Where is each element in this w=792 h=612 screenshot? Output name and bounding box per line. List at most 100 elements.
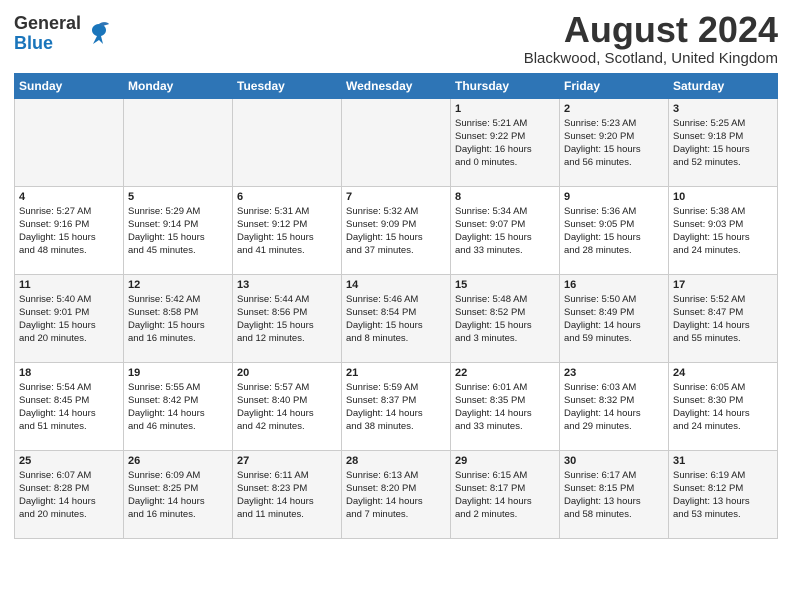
day-info: Sunrise: 5:44 AM Sunset: 8:56 PM Dayligh… [237, 293, 337, 346]
day-info: Sunrise: 5:46 AM Sunset: 8:54 PM Dayligh… [346, 293, 446, 346]
calendar-day-cell [15, 98, 124, 186]
calendar-day-cell: 22Sunrise: 6:01 AM Sunset: 8:35 PM Dayli… [451, 362, 560, 450]
calendar-day-cell: 10 Sunrise: 5:38 AM Sunset: 9:03 PM Dayli… [669, 186, 778, 274]
day-info: Sunrise: 6:07 AM Sunset: 8:28 PM Dayligh… [19, 469, 119, 522]
location: Blackwood, Scotland, United Kingdom [524, 50, 778, 67]
calendar-day-cell: 27 Sunrise: 6:11 AM Sunset: 8:23 PM Dayli… [233, 450, 342, 538]
day-number: 10 [673, 191, 773, 203]
day-number: 6 [237, 191, 337, 203]
day-info: Sunrise: 5:31 AM Sunset: 9:12 PM Dayligh… [237, 205, 337, 258]
day-info: Sunrise: 5:21 AM Sunset: 9:22 PM Dayligh… [455, 117, 555, 170]
calendar-day-cell: 18Sunrise: 5:54 AM Sunset: 8:45 PM Dayli… [15, 362, 124, 450]
day-number: 12 [128, 279, 228, 291]
day-number: 5 [128, 191, 228, 203]
calendar-day-cell: 17Sunrise: 5:52 AM Sunset: 8:47 PM Dayli… [669, 274, 778, 362]
day-number: 22 [455, 367, 555, 379]
calendar-day-cell: 20 Sunrise: 5:57 AM Sunset: 8:40 PM Dayli… [233, 362, 342, 450]
weekday-header-cell: Wednesday [342, 73, 451, 98]
day-number: 8 [455, 191, 555, 203]
weekday-header-cell: Thursday [451, 73, 560, 98]
calendar-day-cell: 9 Sunrise: 5:36 AM Sunset: 9:05 PM Daylig… [560, 186, 669, 274]
day-number: 2 [564, 103, 664, 115]
calendar-day-cell [342, 98, 451, 186]
calendar-day-cell: 28Sunrise: 6:13 AM Sunset: 8:20 PM Dayli… [342, 450, 451, 538]
day-info: Sunrise: 6:03 AM Sunset: 8:32 PM Dayligh… [564, 381, 664, 434]
title-area: August 2024 Blackwood, Scotland, United … [524, 10, 778, 67]
month-title: August 2024 [524, 10, 778, 50]
calendar-day-cell: 16 Sunrise: 5:50 AM Sunset: 8:49 PM Dayli… [560, 274, 669, 362]
calendar-day-cell: 15 Sunrise: 5:48 AM Sunset: 8:52 PM Dayli… [451, 274, 560, 362]
day-info: Sunrise: 6:05 AM Sunset: 8:30 PM Dayligh… [673, 381, 773, 434]
day-number: 28 [346, 455, 446, 467]
day-info: Sunrise: 5:29 AM Sunset: 9:14 PM Dayligh… [128, 205, 228, 258]
calendar-week-row: 11Sunrise: 5:40 AM Sunset: 9:01 PM Dayli… [15, 274, 778, 362]
calendar-day-cell: 13 Sunrise: 5:44 AM Sunset: 8:56 PM Dayli… [233, 274, 342, 362]
day-info: Sunrise: 5:23 AM Sunset: 9:20 PM Dayligh… [564, 117, 664, 170]
calendar-body: 1 Sunrise: 5:21 AM Sunset: 9:22 PM Daylig… [15, 98, 778, 538]
calendar-day-cell: 19 Sunrise: 5:55 AM Sunset: 8:42 PM Dayli… [124, 362, 233, 450]
weekday-header-cell: Saturday [669, 73, 778, 98]
day-info: Sunrise: 5:48 AM Sunset: 8:52 PM Dayligh… [455, 293, 555, 346]
day-info: Sunrise: 5:25 AM Sunset: 9:18 PM Dayligh… [673, 117, 773, 170]
day-info: Sunrise: 6:19 AM Sunset: 8:12 PM Dayligh… [673, 469, 773, 522]
day-number: 7 [346, 191, 446, 203]
day-info: Sunrise: 5:38 AM Sunset: 9:03 PM Dayligh… [673, 205, 773, 258]
day-number: 21 [346, 367, 446, 379]
day-number: 23 [564, 367, 664, 379]
calendar-day-cell: 5 Sunrise: 5:29 AM Sunset: 9:14 PM Daylig… [124, 186, 233, 274]
day-info: Sunrise: 6:17 AM Sunset: 8:15 PM Dayligh… [564, 469, 664, 522]
day-number: 4 [19, 191, 119, 203]
day-info: Sunrise: 5:50 AM Sunset: 8:49 PM Dayligh… [564, 293, 664, 346]
calendar-day-cell: 12 Sunrise: 5:42 AM Sunset: 8:58 PM Dayli… [124, 274, 233, 362]
day-number: 17 [673, 279, 773, 291]
weekday-header-cell: Friday [560, 73, 669, 98]
calendar-day-cell: 30 Sunrise: 6:17 AM Sunset: 8:15 PM Dayli… [560, 450, 669, 538]
logo-text: General Blue [14, 14, 81, 54]
calendar-week-row: 18Sunrise: 5:54 AM Sunset: 8:45 PM Dayli… [15, 362, 778, 450]
day-number: 1 [455, 103, 555, 115]
day-number: 16 [564, 279, 664, 291]
calendar-day-cell [124, 98, 233, 186]
calendar-day-cell: 3 Sunrise: 5:25 AM Sunset: 9:18 PM Daylig… [669, 98, 778, 186]
day-number: 30 [564, 455, 664, 467]
day-number: 29 [455, 455, 555, 467]
calendar-day-cell: 23 Sunrise: 6:03 AM Sunset: 8:32 PM Dayli… [560, 362, 669, 450]
calendar-day-cell [233, 98, 342, 186]
header: General Blue August 2024 Blackwood, Scot… [14, 10, 778, 67]
day-info: Sunrise: 6:15 AM Sunset: 8:17 PM Dayligh… [455, 469, 555, 522]
day-info: Sunrise: 5:32 AM Sunset: 9:09 PM Dayligh… [346, 205, 446, 258]
logo: General Blue [14, 14, 113, 54]
day-number: 3 [673, 103, 773, 115]
page: General Blue August 2024 Blackwood, Scot… [0, 0, 792, 553]
day-info: Sunrise: 5:57 AM Sunset: 8:40 PM Dayligh… [237, 381, 337, 434]
calendar-day-cell: 14 Sunrise: 5:46 AM Sunset: 8:54 PM Dayli… [342, 274, 451, 362]
day-info: Sunrise: 5:59 AM Sunset: 8:37 PM Dayligh… [346, 381, 446, 434]
calendar-day-cell: 31Sunrise: 6:19 AM Sunset: 8:12 PM Dayli… [669, 450, 778, 538]
day-info: Sunrise: 6:09 AM Sunset: 8:25 PM Dayligh… [128, 469, 228, 522]
day-number: 13 [237, 279, 337, 291]
day-number: 9 [564, 191, 664, 203]
calendar-day-cell: 24 Sunrise: 6:05 AM Sunset: 8:30 PM Dayli… [669, 362, 778, 450]
day-info: Sunrise: 5:55 AM Sunset: 8:42 PM Dayligh… [128, 381, 228, 434]
day-number: 27 [237, 455, 337, 467]
calendar-day-cell: 2 Sunrise: 5:23 AM Sunset: 9:20 PM Daylig… [560, 98, 669, 186]
day-info: Sunrise: 5:54 AM Sunset: 8:45 PM Dayligh… [19, 381, 119, 434]
day-number: 20 [237, 367, 337, 379]
calendar-table: SundayMondayTuesdayWednesdayThursdayFrid… [14, 73, 778, 539]
day-number: 24 [673, 367, 773, 379]
day-number: 15 [455, 279, 555, 291]
weekday-header-row: SundayMondayTuesdayWednesdayThursdayFrid… [15, 73, 778, 98]
day-info: Sunrise: 6:11 AM Sunset: 8:23 PM Dayligh… [237, 469, 337, 522]
calendar-day-cell: 29 Sunrise: 6:15 AM Sunset: 8:17 PM Dayli… [451, 450, 560, 538]
calendar-day-cell: 6 Sunrise: 5:31 AM Sunset: 9:12 PM Daylig… [233, 186, 342, 274]
day-number: 14 [346, 279, 446, 291]
day-info: Sunrise: 5:42 AM Sunset: 8:58 PM Dayligh… [128, 293, 228, 346]
day-number: 19 [128, 367, 228, 379]
logo-general: General [14, 14, 81, 34]
calendar-day-cell: 1 Sunrise: 5:21 AM Sunset: 9:22 PM Daylig… [451, 98, 560, 186]
day-info: Sunrise: 5:40 AM Sunset: 9:01 PM Dayligh… [19, 293, 119, 346]
day-info: Sunrise: 5:36 AM Sunset: 9:05 PM Dayligh… [564, 205, 664, 258]
calendar-week-row: 4Sunrise: 5:27 AM Sunset: 9:16 PM Daylig… [15, 186, 778, 274]
logo-blue: Blue [14, 34, 81, 54]
day-number: 26 [128, 455, 228, 467]
